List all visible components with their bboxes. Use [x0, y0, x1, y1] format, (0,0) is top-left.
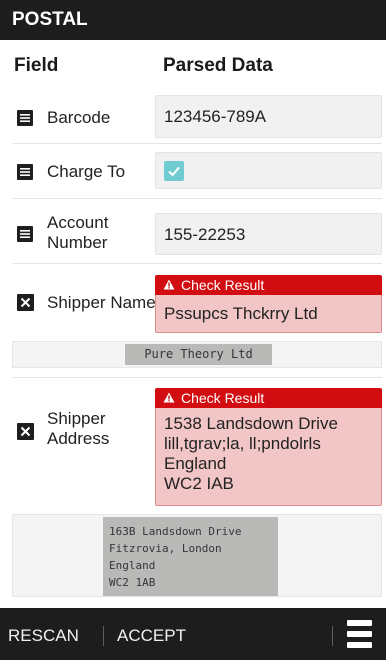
row-divider [12, 143, 382, 144]
barcode-value: 123456-789A [164, 107, 267, 126]
account-number-value: 155-22253 [164, 225, 246, 244]
app-title-bar: POSTAL [0, 0, 386, 40]
column-header: Field Parsed Data [0, 40, 386, 78]
row-divider [12, 198, 382, 199]
shipper-name-value: Pssupcs Thckrry Ltd [164, 304, 318, 323]
check-result-text: Check Result [181, 390, 265, 406]
warning-icon [163, 392, 175, 403]
document-icon [17, 110, 33, 126]
scan-line-2: Fitzrovia, London [109, 542, 222, 555]
shipper-name-alert: Check Result Pssupcs Thckrry Ltd [155, 275, 382, 333]
shipper-address-label-line2: Address [47, 429, 110, 448]
scan-line-4: WC2 1AB [109, 576, 156, 589]
accept-button[interactable]: ACCEPT [117, 626, 186, 646]
action-separator [103, 626, 104, 646]
field-column-header: Field [14, 55, 59, 76]
account-number-value-field[interactable]: 155-22253 [155, 213, 382, 255]
barcode-label: Barcode [47, 108, 111, 127]
menu-separator [332, 626, 333, 646]
row-divider [12, 263, 382, 264]
x-box-icon [17, 423, 34, 440]
charge-to-label: Charge To [47, 162, 126, 181]
scan-line-3: England [109, 559, 156, 572]
shipper-name-label: Shipper Name [47, 293, 156, 312]
shipper-address-value-field[interactable]: 1538 Landsdown Drive lill,tgrav;la, ll;p… [155, 408, 382, 506]
check-result-banner: Check Result [155, 388, 382, 408]
address-line-3: England [164, 454, 227, 473]
bottom-action-bar: RESCAN ACCEPT [0, 608, 386, 660]
charge-to-checkbox[interactable] [164, 161, 184, 181]
app-title: POSTAL [12, 9, 88, 30]
shipper-address-label-line1: Shipper [47, 409, 106, 428]
address-line-2: lill,tgrav;la, ll;pndolrls [164, 434, 321, 453]
x-box-icon [17, 294, 34, 311]
checkmark-icon [168, 166, 180, 177]
document-icon [17, 164, 33, 180]
shipper-name-scan-text: Pure Theory Ltd [144, 347, 253, 361]
shipper-name-scan-strip: Pure Theory Ltd [12, 341, 382, 368]
account-number-label-line1: Account [47, 213, 109, 232]
charge-to-field [155, 152, 382, 189]
warning-icon [163, 279, 175, 290]
check-result-text: Check Result [181, 277, 265, 293]
shipper-address-alert: Check Result 1538 Landsdown Drive lill,t… [155, 388, 382, 506]
shipper-address-scan-image: 163B Landsdown Drive Fitzrovia, London E… [103, 517, 278, 596]
parsed-data-column-header: Parsed Data [163, 55, 273, 76]
shipper-name-scan-image: Pure Theory Ltd [125, 344, 272, 365]
menu-icon[interactable] [347, 620, 372, 649]
account-number-label-line2: Number [47, 233, 108, 252]
shipper-name-value-field[interactable]: Pssupcs Thckrry Ltd [155, 295, 382, 333]
row-divider [12, 377, 382, 378]
address-line-4: WC2 IAB [164, 474, 234, 493]
check-result-banner: Check Result [155, 275, 382, 295]
document-icon [17, 226, 33, 242]
scan-line-1: 163B Landsdown Drive [109, 525, 242, 538]
barcode-value-field[interactable]: 123456-789A [155, 95, 382, 138]
address-line-1: 1538 Landsdown Drive [164, 414, 338, 433]
shipper-address-scan-strip: 163B Landsdown Drive Fitzrovia, London E… [12, 514, 382, 597]
rescan-button[interactable]: RESCAN [8, 626, 79, 646]
